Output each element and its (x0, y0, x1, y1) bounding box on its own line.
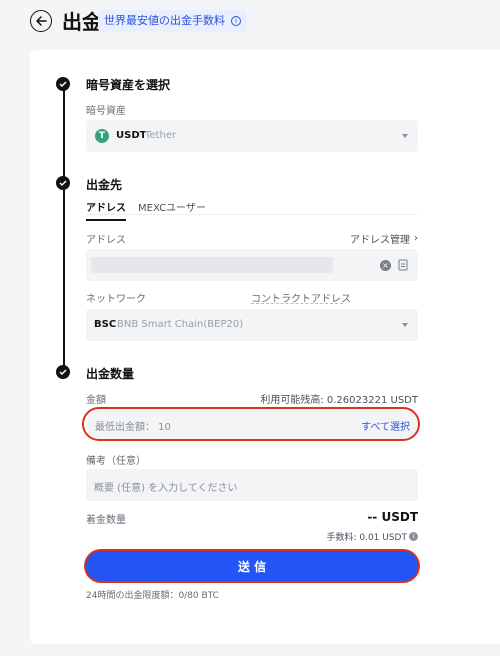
address-input[interactable]: × (86, 249, 418, 281)
step1-title: 暗号資産を選択 (86, 78, 171, 92)
page-header: 出金 世界最安値の出金手数料 i (0, 0, 500, 44)
step-line-2 (63, 190, 65, 370)
step-check-icon (56, 365, 70, 379)
asset-name: Tether (145, 130, 177, 141)
receive-value: -- USDT (367, 510, 418, 524)
network-select[interactable]: BSC BNB Smart Chain(BEP20) (86, 309, 418, 341)
step-line-1 (63, 90, 65, 182)
asset-select[interactable]: T USDT Tether (86, 120, 418, 152)
step3-title: 出金数量 (86, 367, 135, 381)
tab-mexc-user[interactable]: MEXCユーザー (138, 199, 206, 214)
available-balance: 利用可能残高: 0.26023221 USDT (260, 395, 418, 406)
fee-badge[interactable]: 世界最安値の出金手数料 i (98, 10, 247, 32)
withdraw-card: 暗号資産を選択 暗号資産 T USDT Tether 出金先 アドレス MEXC… (30, 50, 500, 644)
network-symbol: BSC (94, 319, 117, 330)
network-label: ネットワーク (86, 294, 146, 305)
network-name: BNB Smart Chain(BEP20) (117, 319, 244, 330)
fee-badge-label: 世界最安値の出金手数料 (104, 14, 225, 27)
address-label: アドレス (86, 235, 126, 246)
clear-icon[interactable]: × (380, 260, 391, 271)
tether-icon: T (95, 129, 109, 143)
memo-label: 備考（任意） (86, 456, 146, 467)
submit-button[interactable]: 送 信 (86, 551, 418, 581)
chevron-down-icon (402, 323, 408, 327)
address-manage-link[interactable]: アドレス管理 › (350, 231, 418, 246)
chevron-down-icon (402, 134, 408, 138)
tab-address[interactable]: アドレス (86, 199, 126, 221)
memo-input[interactable]: 概要 (任意) を入力してください (86, 469, 418, 501)
chevron-right-icon: › (414, 233, 418, 244)
amount-label: 金額 (86, 395, 106, 406)
contract-underline (251, 303, 343, 304)
withdraw-limit: 24時間の出金限度額：0/80 BTC (86, 591, 219, 601)
address-manage-label: アドレス管理 (350, 235, 410, 246)
address-value-placeholder (91, 257, 333, 273)
tab-divider (86, 214, 418, 215)
asset-label: 暗号資産 (86, 106, 126, 117)
step2-title: 出金先 (86, 178, 123, 192)
step-check-icon (56, 77, 70, 91)
receive-label: 着金数量 (86, 515, 126, 526)
fee-text: 手数料: 0.01 USDT (326, 533, 407, 543)
info-icon[interactable]: i (409, 532, 418, 541)
back-button[interactable] (30, 10, 52, 32)
amount-highlight (82, 407, 420, 441)
step-check-icon (56, 176, 70, 190)
fee-text-row: 手数料: 0.01 USDT i (326, 530, 418, 543)
clipboard-icon[interactable] (398, 259, 408, 271)
asset-symbol: USDT (116, 130, 147, 141)
page-title: 出金 (62, 10, 102, 34)
memo-placeholder: 概要 (任意) を入力してください (94, 483, 238, 494)
arrow-left-icon (36, 16, 47, 26)
info-icon[interactable]: i (231, 16, 241, 26)
